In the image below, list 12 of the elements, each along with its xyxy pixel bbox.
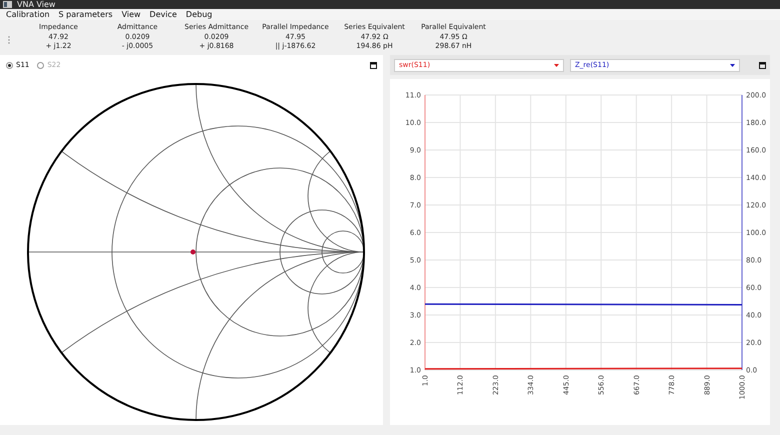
menu-item[interactable]: View [122, 10, 141, 20]
maximize-icon[interactable] [759, 62, 766, 68]
menu-item[interactable]: Device [150, 10, 177, 20]
menu-item[interactable]: Debug [186, 10, 212, 20]
caret-icon [730, 64, 735, 66]
caret-icon [554, 64, 559, 66]
drag-handle-icon[interactable] [8, 36, 10, 44]
window-title: VNA View [17, 0, 56, 10]
menu-item[interactable]: S parameters [58, 10, 113, 20]
menu-item[interactable]: Calibration [6, 10, 50, 20]
app-icon [3, 1, 12, 8]
maximize-icon[interactable] [370, 62, 377, 68]
